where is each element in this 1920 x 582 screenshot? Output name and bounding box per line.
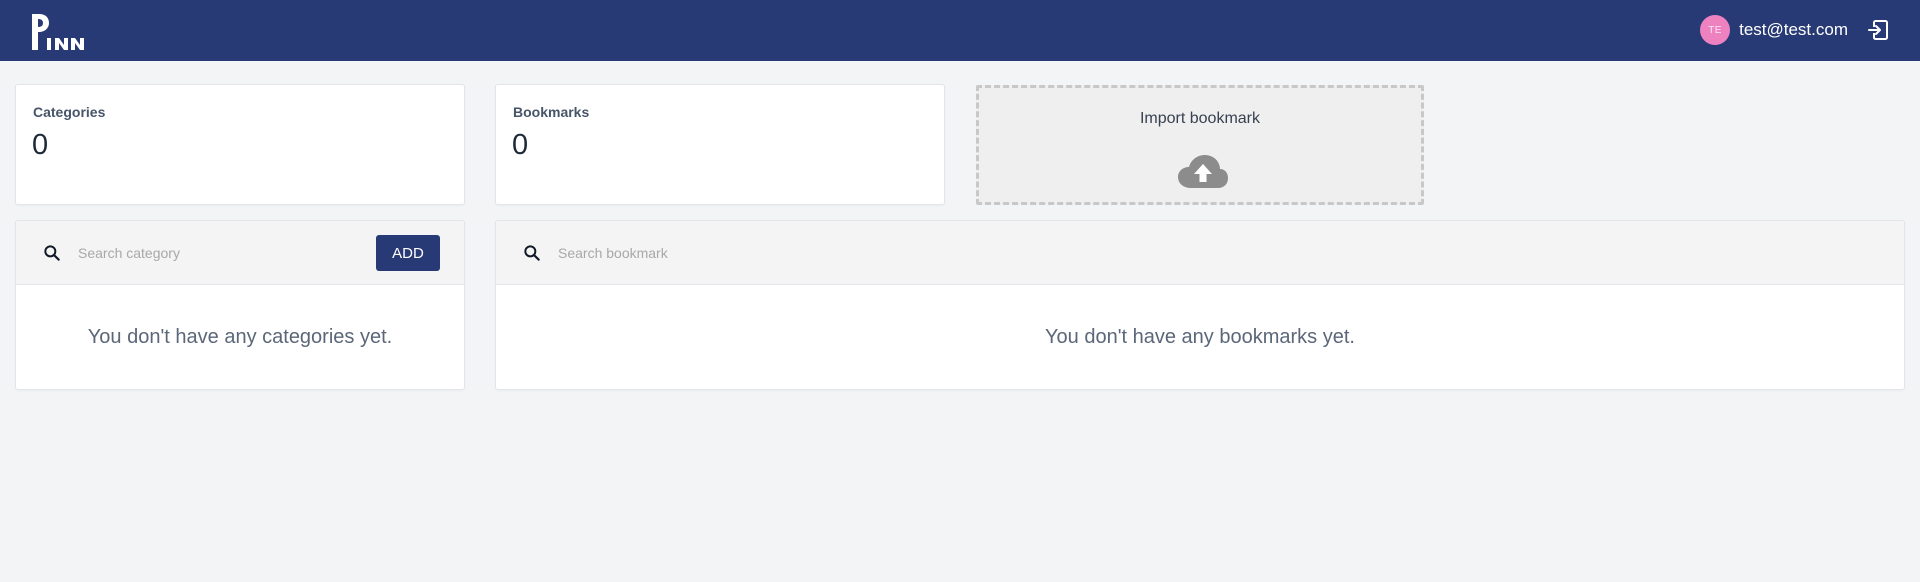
category-search-input[interactable] [78,239,378,267]
categories-empty-message: You don't have any categories yet. [87,325,393,348]
search-icon [524,245,540,261]
add-category-button[interactable]: ADD [376,235,440,271]
user-email: test@test.com [1739,20,1848,39]
user-menu: TE test@test.com [1700,15,1890,45]
categories-panel: ADD You don't have any categories yet. [15,220,465,390]
import-bookmark-dropzone[interactable]: Import bookmark [976,85,1424,205]
category-search-bar: ADD [16,221,464,285]
bookmark-search-input[interactable] [558,239,858,267]
bookmarks-stat-card: Bookmarks 0 [495,84,945,205]
search-icon [44,245,60,261]
bookmarks-count: 0 [512,129,529,161]
pinn-logo[interactable] [28,12,88,52]
import-bookmark-label: Import bookmark [1139,110,1261,127]
categories-stat-card: Categories 0 [15,84,465,205]
top-navbar: TE test@test.com [0,0,1920,61]
cloud-upload-icon [1178,155,1228,188]
bookmark-search-bar [496,221,1904,285]
categories-count: 0 [32,129,49,161]
bookmarks-stat-label: Bookmarks [513,104,590,120]
avatar[interactable]: TE [1700,15,1731,45]
categories-stat-label: Categories [33,104,106,120]
bookmarks-empty-message: You don't have any bookmarks yet. [1045,325,1355,348]
logout-icon[interactable] [1866,18,1890,42]
bookmarks-panel: You don't have any bookmarks yet. [495,220,1905,390]
